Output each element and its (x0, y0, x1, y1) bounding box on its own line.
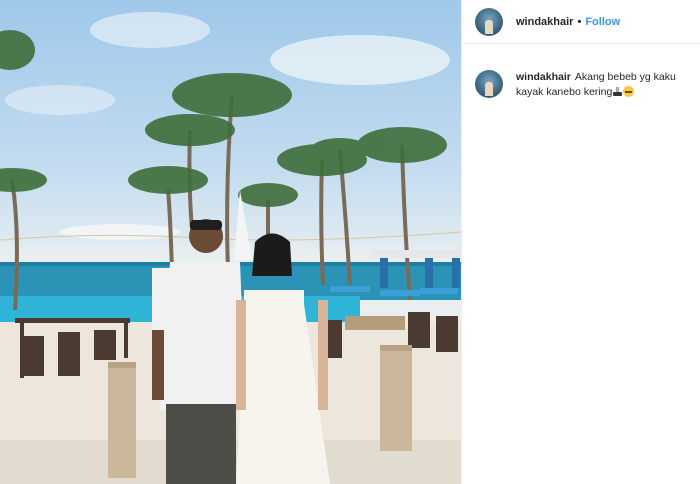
post-header-text: windakhair • Follow (516, 16, 620, 28)
caption-comment: windakhair Akang bebeb yg kaku kayak kane… (475, 70, 697, 100)
commenter-avatar[interactable] (475, 70, 503, 98)
post-side-panel: windakhair • Follow windakhair Akang bebe… (461, 0, 700, 484)
comment-body: windakhair Akang bebeb yg kaku kayak kane… (516, 70, 697, 100)
comment-username[interactable]: windakhair (516, 71, 571, 83)
expressionless-face-icon (623, 86, 635, 97)
post-photo[interactable] (0, 0, 461, 484)
separator-dot: • (577, 15, 582, 28)
follow-button[interactable]: Follow (585, 16, 620, 28)
photo-scene (0, 12, 461, 484)
nose-icon (613, 87, 623, 96)
avatar[interactable] (475, 7, 503, 36)
post-header: windakhair • Follow (462, 0, 700, 44)
post-username[interactable]: windakhair (516, 16, 573, 28)
